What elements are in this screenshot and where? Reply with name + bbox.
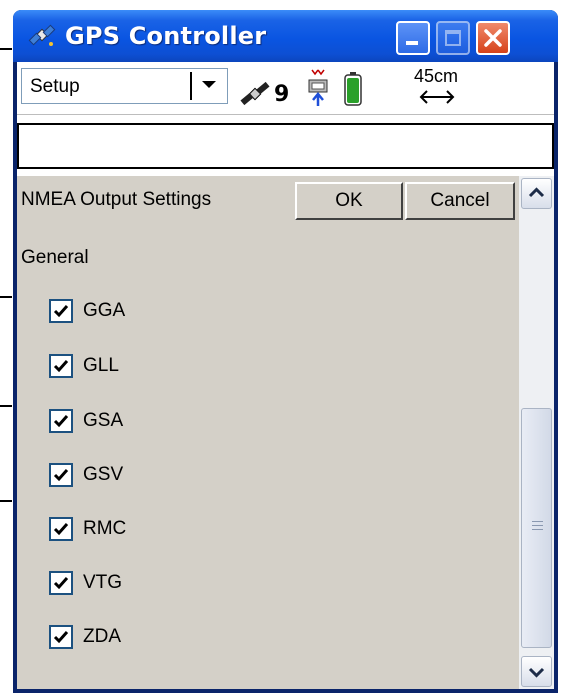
chevron-up-icon: [528, 187, 545, 198]
background-edge-mark: [0, 296, 12, 298]
cancel-button[interactable]: Cancel: [405, 182, 515, 220]
grip-line: [532, 521, 543, 522]
checkbox[interactable]: [49, 463, 73, 487]
checkbox-label: VTG: [83, 572, 123, 593]
checkbox-label: RMC: [83, 518, 127, 539]
ok-button[interactable]: OK: [295, 182, 403, 220]
checkbox-label: GSV: [83, 464, 124, 485]
chevron-down-icon: [528, 667, 545, 678]
checkmark-icon: [53, 469, 69, 482]
double-arrow-icon: [419, 90, 455, 104]
window-title: GPS Controller: [65, 22, 267, 50]
toolbar: Setup 9 45cm: [17, 62, 554, 115]
battery-icon: [344, 72, 362, 106]
page-title: NMEA Output Settings: [21, 189, 212, 210]
scroll-thumb[interactable]: [521, 408, 552, 648]
gps-receiver-icon: [308, 69, 328, 106]
minimize-icon: [406, 41, 418, 45]
background-edge-mark: [0, 405, 12, 407]
dropdown-divider: [190, 72, 192, 100]
background-edge-mark: [0, 48, 12, 50]
checkbox-label: GGA: [83, 300, 126, 321]
grip-line: [532, 525, 543, 526]
checkbox[interactable]: [49, 571, 73, 595]
maximize-button[interactable]: [436, 21, 470, 55]
checkbox[interactable]: [49, 625, 73, 649]
title-bar[interactable]: GPS Controller: [13, 10, 558, 62]
accuracy-value: 45cm: [414, 66, 459, 86]
checkbox[interactable]: [49, 409, 73, 433]
background-edge-mark: [0, 500, 12, 502]
satellite-count: 9: [274, 82, 290, 107]
scroll-down-button[interactable]: [521, 656, 552, 687]
checkmark-icon: [53, 631, 69, 644]
section-label: General: [21, 247, 89, 268]
checkmark-icon: [53, 360, 69, 373]
maximize-icon: [445, 30, 461, 46]
status-field: [17, 123, 554, 169]
checkbox-label: GSA: [83, 410, 124, 431]
scroll-up-button[interactable]: [521, 178, 552, 209]
checkmark-icon: [53, 523, 69, 536]
checkbox-label: ZDA: [83, 626, 121, 647]
mode-dropdown[interactable]: Setup: [21, 68, 228, 104]
checkmark-icon: [53, 305, 69, 318]
checkbox[interactable]: [49, 517, 73, 541]
checkmark-icon: [53, 577, 69, 590]
checkbox[interactable]: [49, 354, 73, 378]
gps-controller-window: GPS Controller Setup 9 45cm NMEA Output …: [13, 10, 558, 693]
chevron-down-icon[interactable]: [202, 81, 216, 88]
close-icon: [484, 29, 502, 47]
settings-header: NMEA Output Settings OK Cancel: [17, 176, 519, 226]
checkbox[interactable]: [49, 299, 73, 323]
minimize-button[interactable]: [396, 21, 430, 55]
checkbox-label: GLL: [83, 355, 119, 376]
mode-dropdown-value: Setup: [30, 76, 80, 97]
satellite-icon: [240, 81, 270, 106]
vertical-scrollbar[interactable]: [519, 176, 554, 689]
satellite-app-icon: [28, 24, 56, 46]
client-area: Setup 9 45cm NMEA Output Settings OK Can…: [17, 62, 554, 689]
close-button[interactable]: [476, 21, 510, 55]
checkmark-icon: [53, 415, 69, 428]
settings-panel: General GGA GLL GSA GSV RMC VTG ZDA: [17, 226, 519, 689]
grip-line: [532, 529, 543, 530]
